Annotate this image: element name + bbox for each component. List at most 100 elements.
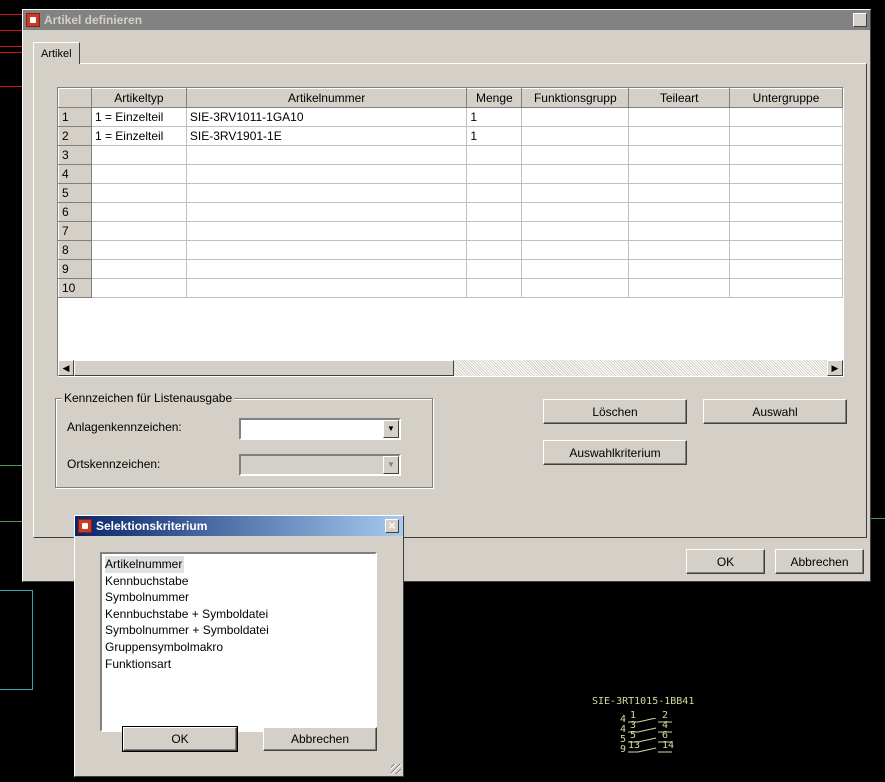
close-button[interactable]: × [385,519,399,533]
cell-artikelnummer[interactable] [185,183,468,203]
column-header[interactable]: Artikeltyp [90,88,187,108]
cell-teileart[interactable] [628,240,731,260]
cell-artikelnummer[interactable] [185,221,468,241]
cell-untergruppe[interactable] [729,202,843,222]
cell-funktionsgruppe[interactable] [521,107,630,127]
table-row[interactable]: 11 = Einzelteil SIE-3RV1011-1GA10 1 [58,107,843,127]
title-bar[interactable]: Artikel definieren × [23,10,870,30]
column-header[interactable]: Untergruppe [729,88,843,108]
cell-menge[interactable]: 1 [466,107,523,127]
column-header[interactable]: Artikelnummer [185,88,468,108]
cell-untergruppe[interactable] [729,240,843,260]
cell-teileart[interactable] [628,164,731,184]
table-row[interactable]: 8 [58,240,843,260]
abbrechen-button[interactable]: Abbrechen [263,727,377,751]
cell-teileart[interactable] [628,183,731,203]
scroll-thumb[interactable] [74,360,454,376]
cell-artikeltyp[interactable]: 1 = Einzelteil [90,126,187,146]
cell-untergruppe[interactable] [729,164,843,184]
cell-artikelnummer[interactable]: SIE-3RV1011-1GA10 [185,107,468,127]
loeschen-button[interactable]: Löschen [543,399,687,424]
cell-artikelnummer[interactable]: SIE-3RV1901-1E [185,126,468,146]
cell-funktionsgruppe[interactable] [521,240,630,260]
row-number[interactable]: 9 [58,259,92,279]
auswahl-button[interactable]: Auswahl [703,399,847,424]
cell-funktionsgruppe[interactable] [521,221,630,241]
list-item[interactable]: Funktionsart [105,656,372,673]
cell-menge[interactable] [466,202,523,222]
table-row[interactable]: 21 = Einzelteil SIE-3RV1901-1E 1 [58,126,843,146]
table-row[interactable]: 7 [58,221,843,241]
cell-teileart[interactable] [628,202,731,222]
list-item[interactable]: Kennbuchstabe [105,573,372,590]
article-grid[interactable]: Artikeltyp Artikelnummer Menge Funktions… [57,87,844,377]
column-header[interactable]: Teileart [628,88,731,108]
cell-untergruppe[interactable] [729,126,843,146]
cell-artikeltyp[interactable]: 1 = Einzelteil [90,107,187,127]
cell-funktionsgruppe[interactable] [521,164,630,184]
abbrechen-button[interactable]: Abbrechen [775,549,864,574]
cell-artikeltyp[interactable] [90,278,187,298]
list-item[interactable]: Gruppensymbolmakro [105,639,372,656]
ortskennzeichen-combo[interactable]: ▼ [239,454,401,476]
cell-untergruppe[interactable] [729,107,843,127]
cell-menge[interactable] [466,259,523,279]
cell-untergruppe[interactable] [729,183,843,203]
table-row[interactable]: 10 [58,278,843,298]
cell-artikeltyp[interactable] [90,259,187,279]
list-item[interactable]: Symbolnummer + Symboldatei [105,622,372,639]
cell-funktionsgruppe[interactable] [521,259,630,279]
row-number[interactable]: 5 [58,183,92,203]
cell-artikelnummer[interactable] [185,240,468,260]
list-item[interactable]: Symbolnummer [105,589,372,606]
cell-untergruppe[interactable] [729,259,843,279]
row-number[interactable]: 2 [58,126,92,146]
criteria-listbox[interactable]: Artikelnummer Kennbuchstabe Symbolnummer Ke… [100,552,377,732]
auswahlkriterium-button[interactable]: Auswahlkriterium [543,440,687,465]
ok-button[interactable]: OK [122,726,238,752]
horizontal-scrollbar[interactable]: ◀ ▶ [58,360,843,376]
cell-menge[interactable]: 1 [466,126,523,146]
cell-funktionsgruppe[interactable] [521,202,630,222]
cell-untergruppe[interactable] [729,221,843,241]
table-row[interactable]: 3 [58,145,843,165]
list-item[interactable]: Artikelnummer [105,556,372,573]
cell-teileart[interactable] [628,126,731,146]
cell-artikeltyp[interactable] [90,240,187,260]
cell-artikeltyp[interactable] [90,164,187,184]
cell-artikeltyp[interactable] [90,221,187,241]
anlagenkennzeichen-combo[interactable]: ▼ [239,418,401,440]
row-number[interactable]: 8 [58,240,92,260]
cell-teileart[interactable] [628,259,731,279]
row-number[interactable]: 6 [58,202,92,222]
table-row[interactable]: 9 [58,259,843,279]
cell-menge[interactable] [466,278,523,298]
row-number[interactable]: 1 [58,107,92,127]
close-button[interactable]: × [853,13,867,27]
cell-menge[interactable] [466,164,523,184]
scroll-left-icon[interactable]: ◀ [58,360,74,376]
chevron-down-icon[interactable]: ▼ [383,420,399,438]
chevron-down-icon[interactable]: ▼ [383,456,399,474]
cell-artikelnummer[interactable] [185,164,468,184]
cell-funktionsgruppe[interactable] [521,145,630,165]
row-number[interactable]: 7 [58,221,92,241]
table-row[interactable]: 6 [58,202,843,222]
cell-untergruppe[interactable] [729,278,843,298]
column-header[interactable]: Menge [466,88,523,108]
cell-teileart[interactable] [628,145,731,165]
cell-menge[interactable] [466,145,523,165]
cell-menge[interactable] [466,240,523,260]
title-bar[interactable]: Selektionskriterium × [75,516,403,536]
tab-artikel[interactable]: Artikel [33,42,80,64]
cell-menge[interactable] [466,183,523,203]
cell-artikeltyp[interactable] [90,202,187,222]
cell-teileart[interactable] [628,278,731,298]
cell-artikelnummer[interactable] [185,259,468,279]
cell-teileart[interactable] [628,107,731,127]
cell-artikelnummer[interactable] [185,202,468,222]
row-number[interactable]: 3 [58,145,92,165]
list-item[interactable]: Kennbuchstabe + Symboldatei [105,606,372,623]
row-number[interactable]: 10 [58,278,92,298]
scroll-right-icon[interactable]: ▶ [827,360,843,376]
